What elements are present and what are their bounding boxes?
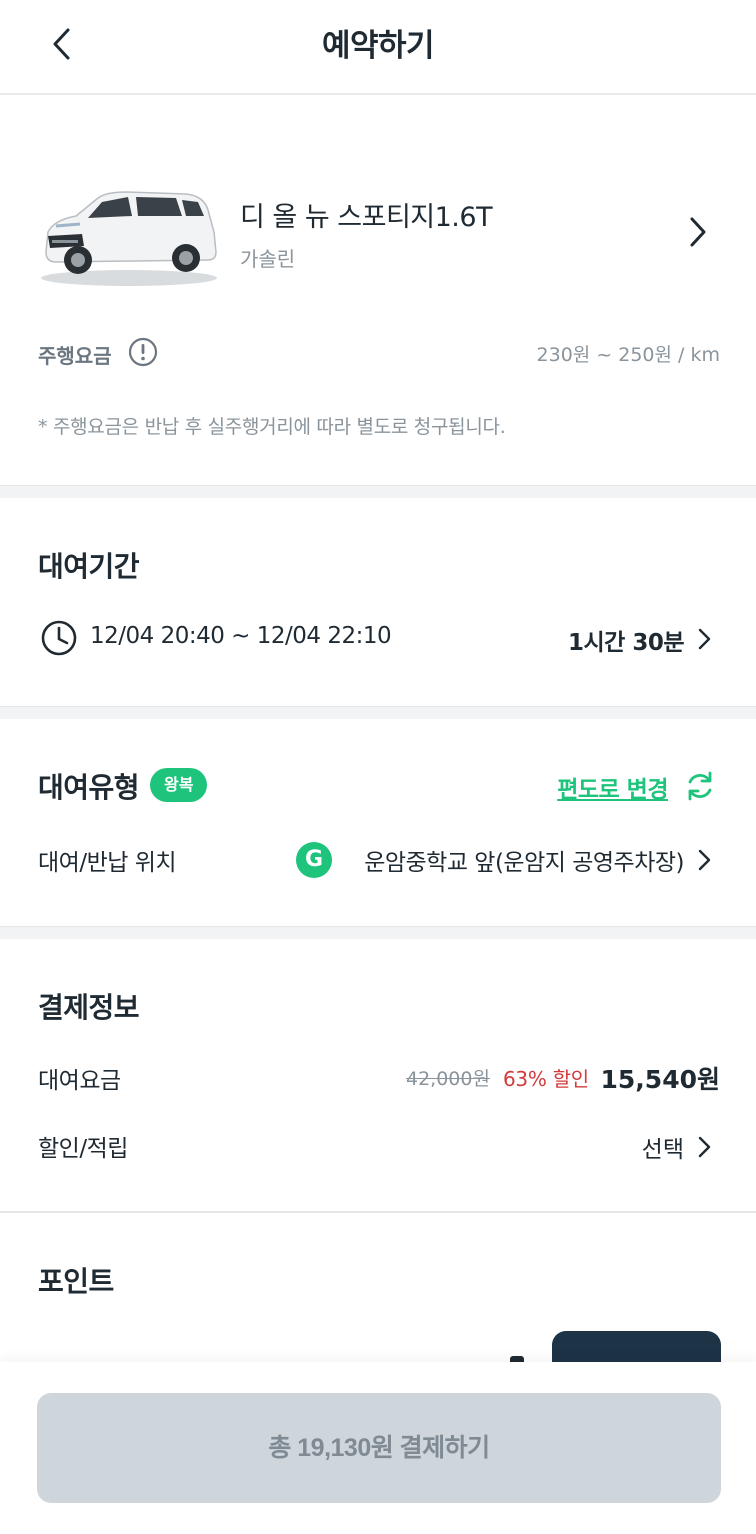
location-name: 운암중학교 앞(운암지 공영주차장): [364, 850, 684, 876]
driving-fee-note: * 주행요금은 반납 후 실주행거리에 따라 별도로 청구됩니다.: [38, 416, 506, 438]
rental-period-section: [0, 498, 756, 706]
round-trip-badge: 왕복: [150, 768, 208, 802]
section-divider: [0, 485, 756, 498]
app-header: 예약하기: [0, 0, 756, 95]
chevron-right-icon: [698, 849, 711, 871]
rental-fee-label: 대여요금: [38, 1068, 121, 1094]
discount-select: 선택: [641, 1137, 684, 1163]
rental-duration: 1시간 30분: [568, 630, 685, 656]
chevron-right-icon: [698, 628, 711, 650]
car-name: 디 올 뉴 스포티지1.6T: [240, 202, 493, 233]
clock-icon: [41, 620, 77, 656]
rental-period-range: 12/04 20:40 ~ 12/04 22:10: [90, 623, 392, 649]
rental-type-title: 대여유형: [38, 771, 140, 804]
final-price: 15,540원: [600, 1065, 720, 1094]
page-title: 예약하기: [321, 28, 435, 64]
driving-fee-label: 주행요금: [38, 344, 112, 368]
points-title: 포인트: [38, 1265, 114, 1298]
section-line: [0, 1211, 756, 1213]
chevron-right-icon: [698, 1136, 711, 1158]
white-suv-image: [41, 191, 217, 286]
exclamation-info-icon[interactable]: [128, 337, 158, 367]
rental-type-section: [0, 719, 756, 926]
driving-fee-value: 230원 ~ 250원 / km: [536, 344, 720, 366]
pay-button[interactable]: 총 19,130원 결제하기: [37, 1393, 721, 1503]
section-divider: [0, 706, 756, 719]
original-price: 42,000원: [406, 1068, 490, 1090]
refresh-icon[interactable]: [682, 768, 718, 804]
car-fuel-type: 가솔린: [240, 247, 296, 271]
change-to-one-way-link[interactable]: 편도로 변경: [557, 770, 668, 804]
location-label: 대여/반납 위치: [38, 850, 177, 876]
payment-title: 결제정보: [38, 991, 140, 1024]
chevron-right-icon: [690, 217, 706, 247]
car-detail-button[interactable]: [680, 210, 716, 254]
rental-period-title: 대여기간: [38, 550, 140, 583]
discount-points-label: 할인/적립: [38, 1136, 128, 1162]
location-g-badge: G: [296, 842, 332, 878]
discount-rate: 63% 할인: [503, 1067, 589, 1091]
section-divider: [0, 926, 756, 939]
